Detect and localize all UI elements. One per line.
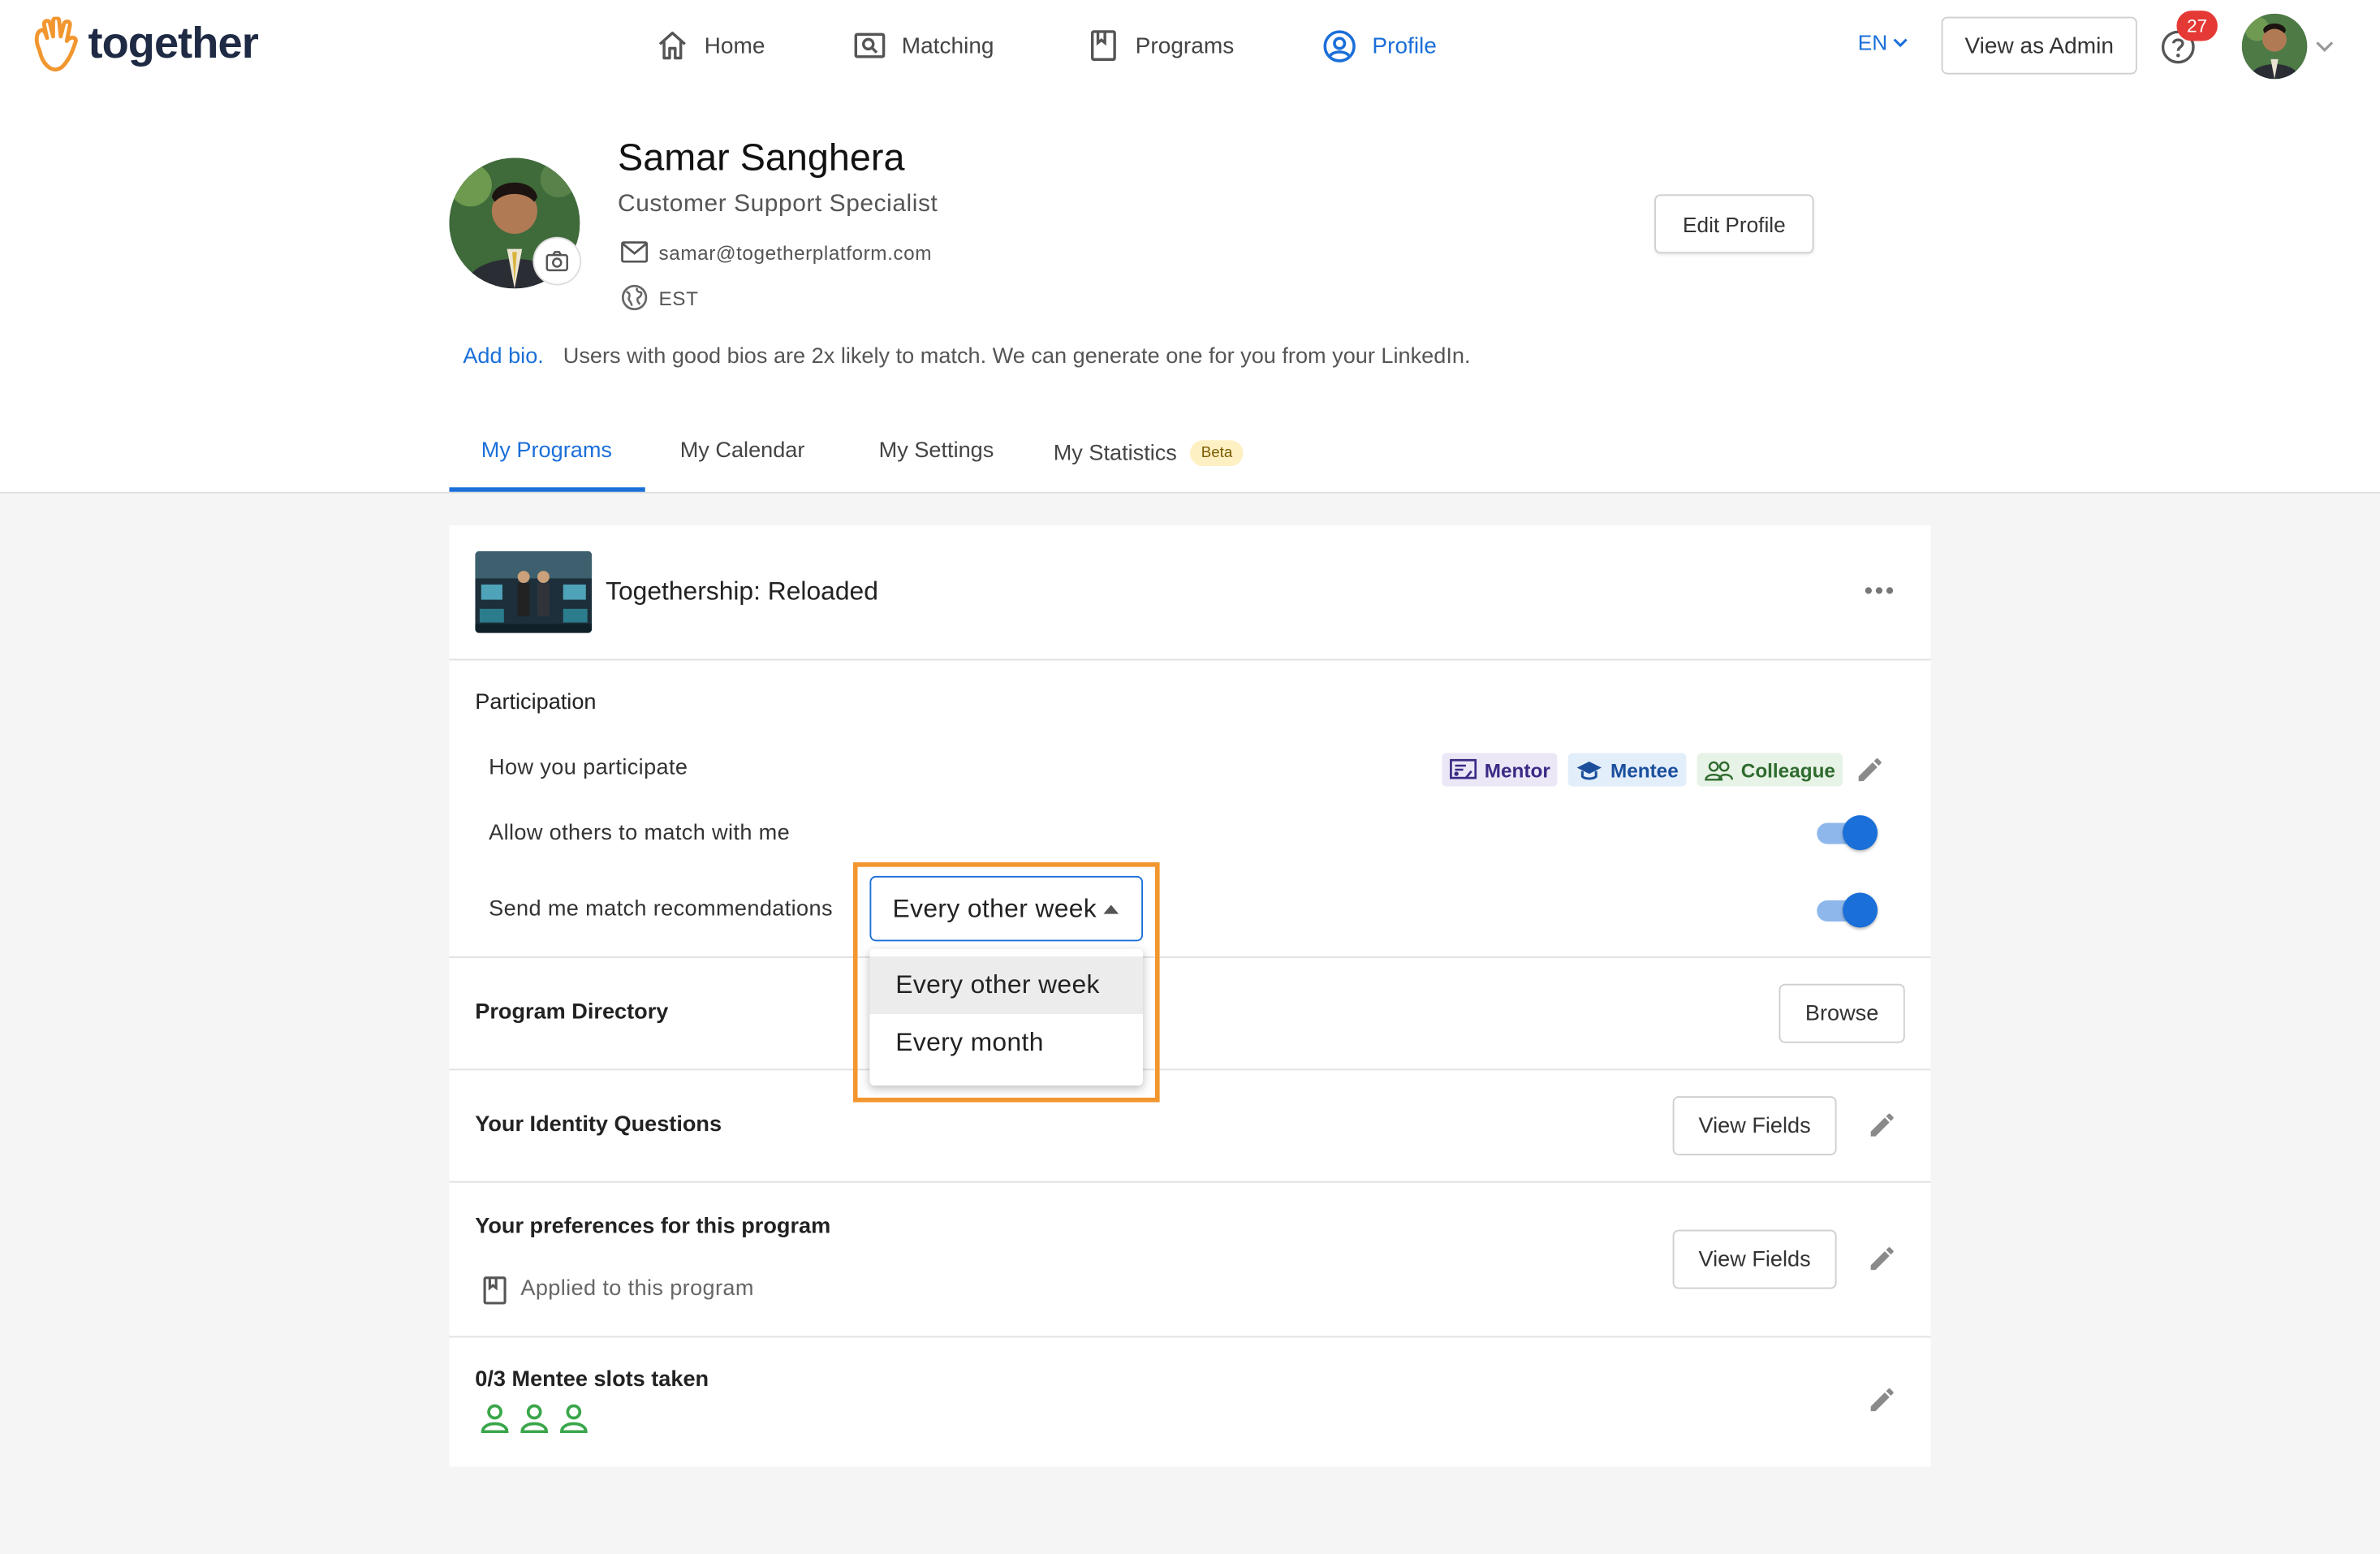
match-recommendations-toggle[interactable]: [1815, 891, 1879, 931]
nav-home-label: Home: [704, 32, 765, 58]
tab-my-statistics[interactable]: My Statistics Beta: [1053, 440, 1244, 467]
program-thumbnail: [475, 550, 593, 633]
frequency-select-value: Every other week: [892, 893, 1097, 922]
slot-person-icon: [480, 1403, 510, 1434]
frequency-option-every-month[interactable]: Every month: [869, 1014, 1143, 1072]
nav-profile[interactable]: Profile: [1322, 28, 1437, 64]
profile-job-title: Customer Support Specialist: [618, 191, 938, 218]
profile-name: Samar Sanghera: [618, 136, 905, 179]
programs-icon: [1087, 29, 1120, 63]
allow-match-toggle[interactable]: [1815, 814, 1879, 853]
program-card: [449, 524, 1931, 1467]
role-colleague-label: Colleague: [1740, 758, 1835, 782]
notification-badge: 27: [2176, 11, 2218, 41]
tab-my-programs[interactable]: My Programs: [481, 438, 612, 463]
language-label: EN: [1857, 30, 1888, 55]
section-divider: [449, 1068, 1931, 1071]
frequency-select[interactable]: Every other week: [869, 875, 1144, 942]
matching-icon: [853, 29, 886, 63]
nav-matching-label: Matching: [901, 32, 994, 58]
edit-slots-pencil-icon[interactable]: [1867, 1384, 1897, 1414]
allow-match-label: Allow others to match with me: [489, 821, 791, 846]
mentee-slots-label: 0/3 Mentee slots taken: [475, 1367, 709, 1392]
slot-person-icon: [520, 1403, 550, 1434]
chevron-down-icon: [1892, 33, 1910, 51]
caret-up-icon: [1102, 903, 1120, 915]
identity-view-fields-button[interactable]: View Fields: [1672, 1096, 1837, 1155]
card-divider: [449, 658, 1931, 661]
brand-logo-text[interactable]: together: [88, 19, 258, 70]
bio-hint: Users with good bios are 2x likely to ma…: [563, 344, 1471, 369]
role-chip-mentee: Mentee: [1567, 753, 1687, 787]
home-icon: [656, 29, 689, 63]
edit-roles-pencil-icon[interactable]: [1855, 754, 1885, 784]
nav-profile-label: Profile: [1372, 32, 1437, 58]
preferences-label: Your preferences for this program: [475, 1214, 831, 1239]
program-directory-label: Program Directory: [475, 1000, 669, 1025]
role-chip-colleague: Colleague: [1697, 753, 1843, 787]
beta-badge: Beta: [1190, 440, 1244, 467]
section-divider: [449, 956, 1931, 958]
edit-profile-button[interactable]: Edit Profile: [1654, 194, 1814, 254]
applied-program-icon: [480, 1274, 510, 1307]
profile-icon: [1322, 28, 1357, 63]
edit-identity-pencil-icon[interactable]: [1867, 1110, 1897, 1140]
browse-button[interactable]: Browse: [1779, 983, 1905, 1043]
view-as-admin-button[interactable]: View as Admin: [1941, 16, 2137, 75]
program-title: Togethership: Reloaded: [606, 576, 878, 606]
camera-icon[interactable]: [534, 238, 580, 284]
applied-program-note: Applied to this program: [520, 1276, 754, 1301]
nav-programs-label: Programs: [1135, 32, 1235, 58]
tab-my-settings-label: My Settings: [878, 438, 994, 464]
graduation-cap-icon: [1576, 758, 1603, 782]
profile-email: samar@togetherplatform.com: [658, 240, 933, 264]
participation-heading: Participation: [475, 690, 597, 715]
role-chip-mentor: Mentor: [1442, 753, 1559, 787]
account-menu-chevron-icon[interactable]: [2313, 35, 2336, 58]
language-selector[interactable]: EN: [1858, 30, 1910, 54]
nav-programs[interactable]: Programs: [1087, 28, 1234, 64]
frequency-menu: Every other week Every month: [869, 948, 1144, 1086]
identity-questions-label: Your Identity Questions: [475, 1112, 722, 1137]
logo-icon[interactable]: [30, 16, 82, 75]
role-mentee-label: Mentee: [1610, 758, 1679, 782]
avatar[interactable]: [2241, 13, 2308, 80]
globe-icon: [621, 284, 649, 312]
profile-timezone-row: EST: [621, 283, 699, 313]
profile-timezone: EST: [658, 286, 699, 309]
tab-my-calendar[interactable]: My Calendar: [680, 438, 805, 463]
add-bio-link[interactable]: Add bio.: [463, 344, 544, 369]
mentor-icon: [1450, 758, 1477, 782]
more-options-icon[interactable]: [1862, 580, 1895, 601]
section-divider: [449, 1336, 1931, 1338]
how-participate-label: How you participate: [489, 756, 688, 781]
mail-icon: [621, 240, 649, 264]
slot-person-icon: [558, 1403, 589, 1434]
preferences-view-fields-button[interactable]: View Fields: [1672, 1229, 1837, 1289]
profile-email-row: samar@togetherplatform.com: [621, 237, 932, 267]
match-recommendations-label: Send me match recommendations: [489, 897, 833, 922]
nav-matching[interactable]: Matching: [853, 28, 994, 64]
nav-home[interactable]: Home: [656, 28, 765, 64]
role-mentor-label: Mentor: [1484, 758, 1550, 782]
edit-preferences-pencil-icon[interactable]: [1867, 1243, 1897, 1273]
mentee-slots: [480, 1403, 589, 1434]
tab-my-statistics-label: My Statistics: [1053, 441, 1177, 466]
people-icon: [1705, 758, 1734, 781]
tab-my-calendar-label: My Calendar: [679, 438, 805, 464]
tab-my-settings[interactable]: My Settings: [879, 438, 994, 463]
section-divider: [449, 1181, 1931, 1183]
frequency-option-every-other-week[interactable]: Every other week: [869, 956, 1144, 1015]
tab-my-programs-label: My Programs: [481, 438, 612, 464]
